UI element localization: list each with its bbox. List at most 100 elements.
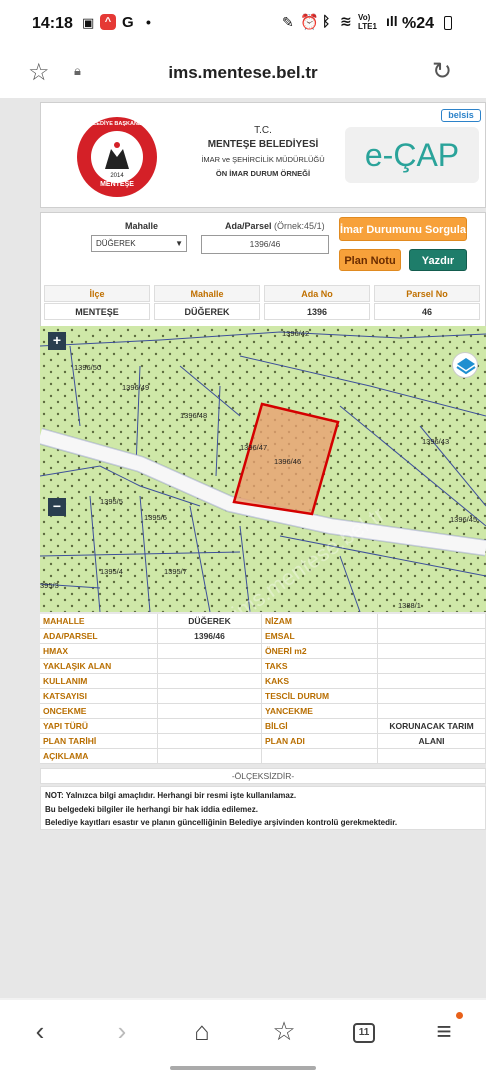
table-value-cell (158, 674, 262, 689)
zoom-in-button[interactable]: + (48, 332, 66, 350)
header-panel: BELEDİYE BAŞKANLIĞI 2014 MENTEŞE T.C. ME… (40, 102, 486, 208)
gesture-bar (170, 1066, 316, 1070)
zoom-out-button[interactable]: − (48, 498, 66, 516)
notification-dot-icon (456, 1012, 463, 1019)
zoning-data-table: MAHALLE DÜĞEREK NİZAM ADA/PARSEL 1396/46 EMSA… (40, 614, 486, 764)
note-line: Belediye kayıtları esastır ve planın gün… (45, 818, 398, 827)
chevron-down-icon: ▼ (175, 239, 183, 248)
table-key-cell: PLAN TARİHİ (40, 734, 158, 749)
table-row: KATSAYISI TESCİL DURUM (40, 689, 486, 704)
ecap-logo: e-ÇAP (345, 127, 479, 183)
table-key-cell: NİZAM (262, 614, 378, 629)
map-canvas[interactable]: 1396/42 1396/50 1396/49 1396/48 1396/47 … (40, 326, 486, 612)
note-line: Bu belgedeki bilgiler ile herhangi bir h… (45, 804, 258, 814)
header-municipality: MENTEŞE BELEDİYESİ (207, 139, 319, 150)
tabs-icon: 11 (353, 1023, 375, 1044)
header-department: İMAR ve ŞEHİRCİLİK MÜDÜRLÜĞÜ (201, 155, 325, 164)
mahalle-select[interactable]: DÜĞEREK ▼ (91, 235, 187, 252)
info-val-ilce: MENTEŞE (44, 303, 150, 320)
network-label: Vo) LTE1 (358, 13, 377, 31)
map-label: 1395/6 (144, 513, 167, 522)
info-head-ilce: İlçe (44, 285, 150, 302)
table-row: AÇIKLAMA (40, 749, 486, 764)
table-value-cell: KORUNACAK TARIM ALANI (378, 719, 486, 746)
table-key-cell: ÖNERİ m2 (262, 644, 378, 659)
back-arrow-icon[interactable]: ‹ (20, 1014, 60, 1048)
layers-icon (456, 358, 476, 375)
table-key-cell: MAHALLE (40, 614, 158, 629)
alarm-icon: ⏰ (300, 14, 319, 31)
table-key-cell: YAKLAŞIK ALAN (40, 659, 158, 674)
tabs-button[interactable]: 11 (344, 1014, 384, 1048)
battery-icon (444, 16, 452, 30)
table-value-cell (378, 704, 486, 719)
table-key-cell: PLAN ADI (262, 734, 378, 749)
map-label: 1395/5 (100, 497, 123, 506)
table-value-cell (378, 629, 486, 644)
table-value-cell (158, 719, 262, 734)
map-label: 1396/43 (422, 437, 449, 446)
table-row: ADA/PARSEL 1396/46 EMSAL (40, 629, 486, 644)
map-label: 1396/48 (180, 411, 207, 420)
table-value-cell (158, 659, 262, 674)
parsel-label: Ada/Parsel (Örnek:45/1) (225, 221, 325, 231)
map-label: 1396/47 (240, 443, 267, 452)
municipality-logo: BELEDİYE BAŞKANLIĞI 2014 MENTEŞE (77, 117, 157, 197)
url-text[interactable]: ims.mentese.bel.tr (0, 63, 486, 83)
print-button[interactable]: Yazdır (409, 249, 467, 271)
scale-note: -ÖLÇEKSİZDİR- (40, 768, 486, 784)
table-value-cell (158, 749, 262, 764)
table-value-cell (378, 734, 486, 749)
browser-bottom-nav: ‹ › ⌂ ☆ 11 ≡ (0, 1000, 486, 1080)
table-row: MAHALLE DÜĞEREK NİZAM (40, 614, 486, 629)
table-key-cell: BİLGİ (262, 719, 378, 734)
mahalle-label: Mahalle (125, 221, 159, 231)
map-label: 1396/45 (450, 515, 477, 524)
bluetooth-icon: ᛒ (322, 13, 331, 29)
map-label: 1396/49 (122, 383, 149, 392)
bookmarks-star-icon[interactable]: ☆ (264, 1014, 304, 1048)
signal-icon: ıll (386, 13, 398, 29)
table-value-cell (378, 614, 486, 629)
reload-icon[interactable]: ↻ (432, 57, 452, 86)
info-val-ada: 1396 (264, 303, 370, 320)
table-key-cell: KULLANIM (40, 674, 158, 689)
status-bar: 14:18 ▣ ^ G • ✎ ⏰ ᛒ ≋ Vo) LTE1 ıll %24 (0, 0, 486, 48)
table-key-cell: TAKS (262, 659, 378, 674)
gallery-icon: ▣ (82, 15, 95, 30)
table-key-cell: KATSAYISI (40, 689, 158, 704)
info-head-mahalle: Mahalle (154, 285, 260, 302)
table-value-cell: 1396/46 (158, 629, 262, 644)
parcel-map[interactable]: 1396/42 1396/50 1396/49 1396/48 1396/47 … (40, 326, 486, 612)
map-label: 1388/1 (398, 601, 421, 610)
home-icon[interactable]: ⌂ (182, 1014, 222, 1048)
table-key-cell: YANCEKME (262, 704, 378, 719)
table-key-cell (262, 749, 378, 764)
map-label: 395/3 (40, 581, 59, 590)
table-row: YAKLAŞIK ALAN TAKS (40, 659, 486, 674)
menu-icon[interactable]: ≡ (424, 1014, 464, 1048)
table-row: KULLANIM KAKS (40, 674, 486, 689)
query-button[interactable]: İmar Durumunu Sorgula (339, 217, 467, 241)
table-value-cell (158, 734, 262, 749)
header-sample-title: ÖN İMAR DURUM ÖRNEĞİ (215, 169, 311, 178)
note-line: NOT: Yalnızca bilgi amaçlıdır. Herhangi … (45, 791, 297, 800)
info-head-parsel: Parsel No (374, 285, 480, 302)
browser-url-bar: ☆ 🔒︎ ims.mentese.bel.tr ↻ (0, 48, 486, 98)
plan-note-button[interactable]: Plan Notu (339, 249, 401, 271)
google-icon: G (122, 14, 134, 31)
map-label: 1395/7 (164, 567, 187, 576)
mahalle-select-value: DÜĞEREK (96, 239, 136, 248)
table-row: ONCEKME YANCEKME (40, 704, 486, 719)
logo-ring-top: BELEDİYE BAŞKANLIĞI (85, 121, 149, 127)
table-key-cell: AÇIKLAMA (40, 749, 158, 764)
app-icon: ^ (100, 14, 116, 30)
layers-button[interactable] (452, 352, 478, 378)
notes-panel: NOT: Yalnızca bilgi amaçlıdır. Herhangi … (40, 786, 486, 830)
table-value-cell: DÜĞEREK (158, 614, 262, 629)
status-time: 14:18 (32, 15, 73, 32)
forward-arrow-icon[interactable]: › (102, 1014, 142, 1048)
parsel-input[interactable]: 1396/46 (201, 235, 329, 254)
belsis-badge[interactable]: belsis (441, 109, 481, 122)
table-row: YAPI TÜRÜ BİLGİ KORUNACAK TARIM ALANI (40, 719, 486, 746)
